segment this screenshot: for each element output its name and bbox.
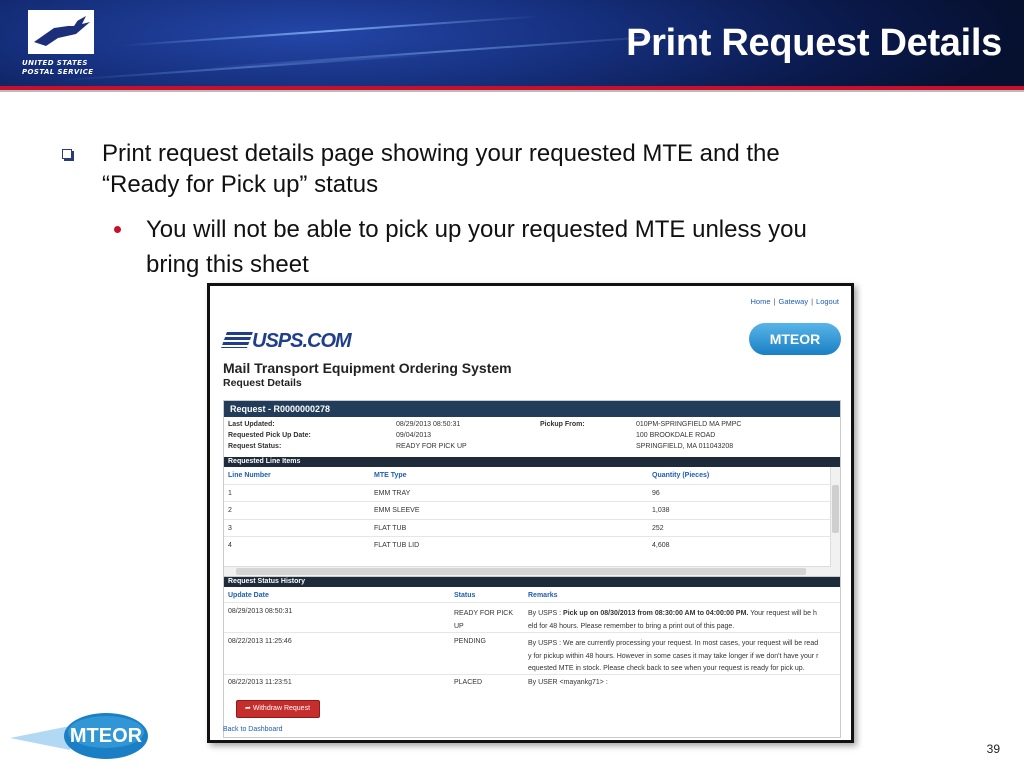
last-updated-label: Last Updated: [228,421,275,428]
link-separator: | [773,297,776,306]
usps-wordmark: UNITED STATES POSTAL SERVICE [22,59,94,76]
pickup-from-line3: SPRINGFIELD, MA 011043208 [636,443,734,450]
withdraw-request-button[interactable]: ➦ Withdraw Request [236,700,320,718]
withdraw-label: Withdraw Request [252,705,311,712]
mteor-logo-text: MTEOR [70,725,143,747]
gateway-link[interactable]: Gateway [778,297,808,306]
history-status: PENDING [454,638,486,645]
table-cell: 1 [228,489,232,497]
last-updated-value: 08/29/2013 08:50:31 [396,421,461,428]
banner-streak [60,52,440,82]
request-panel: Request - R0000000278 Last Updated: 08/2… [223,400,841,738]
table-row: 3 FLAT TUB 252 [224,520,840,537]
table-row: 08/29/2013 08:50:31 READY FOR PICK UP By… [224,603,840,633]
history-remark: By USPS : We are currently processing yo… [528,640,819,672]
table-row: 08/22/2013 11:23:51 PLACED By USER <maya… [224,675,840,691]
column-header: Remarks [528,592,558,599]
history-date: 08/22/2013 11:25:46 [228,638,292,645]
request-info: Last Updated: 08/29/2013 08:50:31 Pickup… [224,417,840,457]
pickup-from-label: Pickup From: [540,421,585,428]
top-links: Home | Gateway | Logout [751,297,839,306]
column-header: Quantity (Pieces) [652,472,710,479]
table-row: 08/22/2013 11:25:46 PENDING By USPS : We… [224,633,840,675]
bullet-text: You will not be able to pick up your req… [146,216,807,278]
status-history-header: Request Status History [224,577,840,587]
table-cell: FLAT TUB [374,524,407,532]
table-cell: 96 [652,489,660,497]
slide-number: 39 [986,742,1000,756]
status-value: READY FOR PICK UP [396,443,467,450]
usps-bars-icon [221,332,253,348]
table-cell: FLAT TUB LID [374,542,420,549]
home-link[interactable]: Home [751,297,771,306]
table-cell: 1,038 [652,507,670,514]
table-cell: 252 [652,524,664,532]
logout-link[interactable]: Logout [816,297,839,306]
back-to-dashboard-link[interactable]: Back to Dashboard [223,726,283,733]
square-bullet-icon [62,149,72,159]
column-header: Status [454,592,476,599]
column-header: Line Number [228,472,271,479]
history-remark: By USPS : Pick up on 08/30/2013 from 08:… [528,610,817,630]
table-header-row: Update Date Status Remarks [224,587,840,603]
scrollbar-thumb[interactable] [236,568,806,575]
pickup-from-line2: 100 BROOKDALE ROAD [636,432,716,439]
table-cell: 2 [228,507,232,514]
scrollbar-thumb[interactable] [832,485,839,533]
bullet-text: Print request details page showing your … [102,140,780,198]
arrow-icon: ➦ [245,705,251,712]
pickup-date-label: Requested Pick Up Date: [228,432,311,439]
header-divider-shadow [0,90,1024,92]
request-header: Request - R0000000278 [224,401,840,417]
column-header: MTE Type [374,472,407,479]
history-status: READY FOR PICK UP [454,610,513,630]
page-title: Print Request Details [626,22,1002,64]
request-details-screenshot: Home | Gateway | Logout USPS.COM MTEOR Mail … [207,283,854,743]
pickup-date-value: 09/04/2013 [396,432,432,439]
table-cell: EMM TRAY [374,489,411,497]
header-banner: UNITED STATES POSTAL SERVICE Print Reque… [0,0,1024,86]
link-separator: | [811,297,814,306]
mteor-footer-logo: MTEOR [10,713,148,759]
history-date: 08/29/2013 08:50:31 [228,608,293,615]
line-items-table: Line Number MTE Type Quantity (Pieces) 1… [224,467,840,567]
info-row: Requested Pick Up Date: 09/04/2013 100 B… [224,431,840,442]
table-row: 4 FLAT TUB LID 4,608 [224,537,840,555]
info-row: Last Updated: 08/29/2013 08:50:31 Pickup… [224,420,840,431]
uspscom-logo: USPS.COM [221,330,352,353]
eagle-icon [28,10,94,54]
history-status: PLACED [454,679,483,686]
history-remark: By USER <mayankg71> : [528,679,608,686]
status-label: Request Status: [228,443,282,450]
line-items-header: Requested Line Items [224,457,840,467]
pickup-from-line1: 010PM-SPRINGFIELD MA PMPC [636,421,742,428]
page-subtitle: Request Details [223,377,302,389]
history-date: 08/22/2013 11:23:51 [228,679,292,686]
system-title: Mail Transport Equipment Ordering System [223,360,512,376]
mteor-app-logo: MTEOR [749,323,841,355]
horizontal-scrollbar[interactable] [224,567,840,577]
vertical-scrollbar[interactable] [830,467,840,567]
info-row: Request Status: READY FOR PICK UP SPRING… [224,442,840,453]
usps-logo: UNITED STATES POSTAL SERVICE [22,8,102,76]
dot-bullet-icon [114,226,121,233]
table-row: 2 EMM SLEEVE 1,038 [224,502,840,520]
table-cell: 3 [228,524,232,532]
table-header-row: Line Number MTE Type Quantity (Pieces) [224,467,840,485]
table-cell: 4 [228,542,232,549]
table-row: 1 EMM TRAY 96 [224,485,840,502]
table-cell: EMM SLEEVE [374,507,420,514]
banner-streak [120,15,540,47]
column-header: Update Date [228,592,269,599]
table-cell: 4,608 [652,542,670,549]
